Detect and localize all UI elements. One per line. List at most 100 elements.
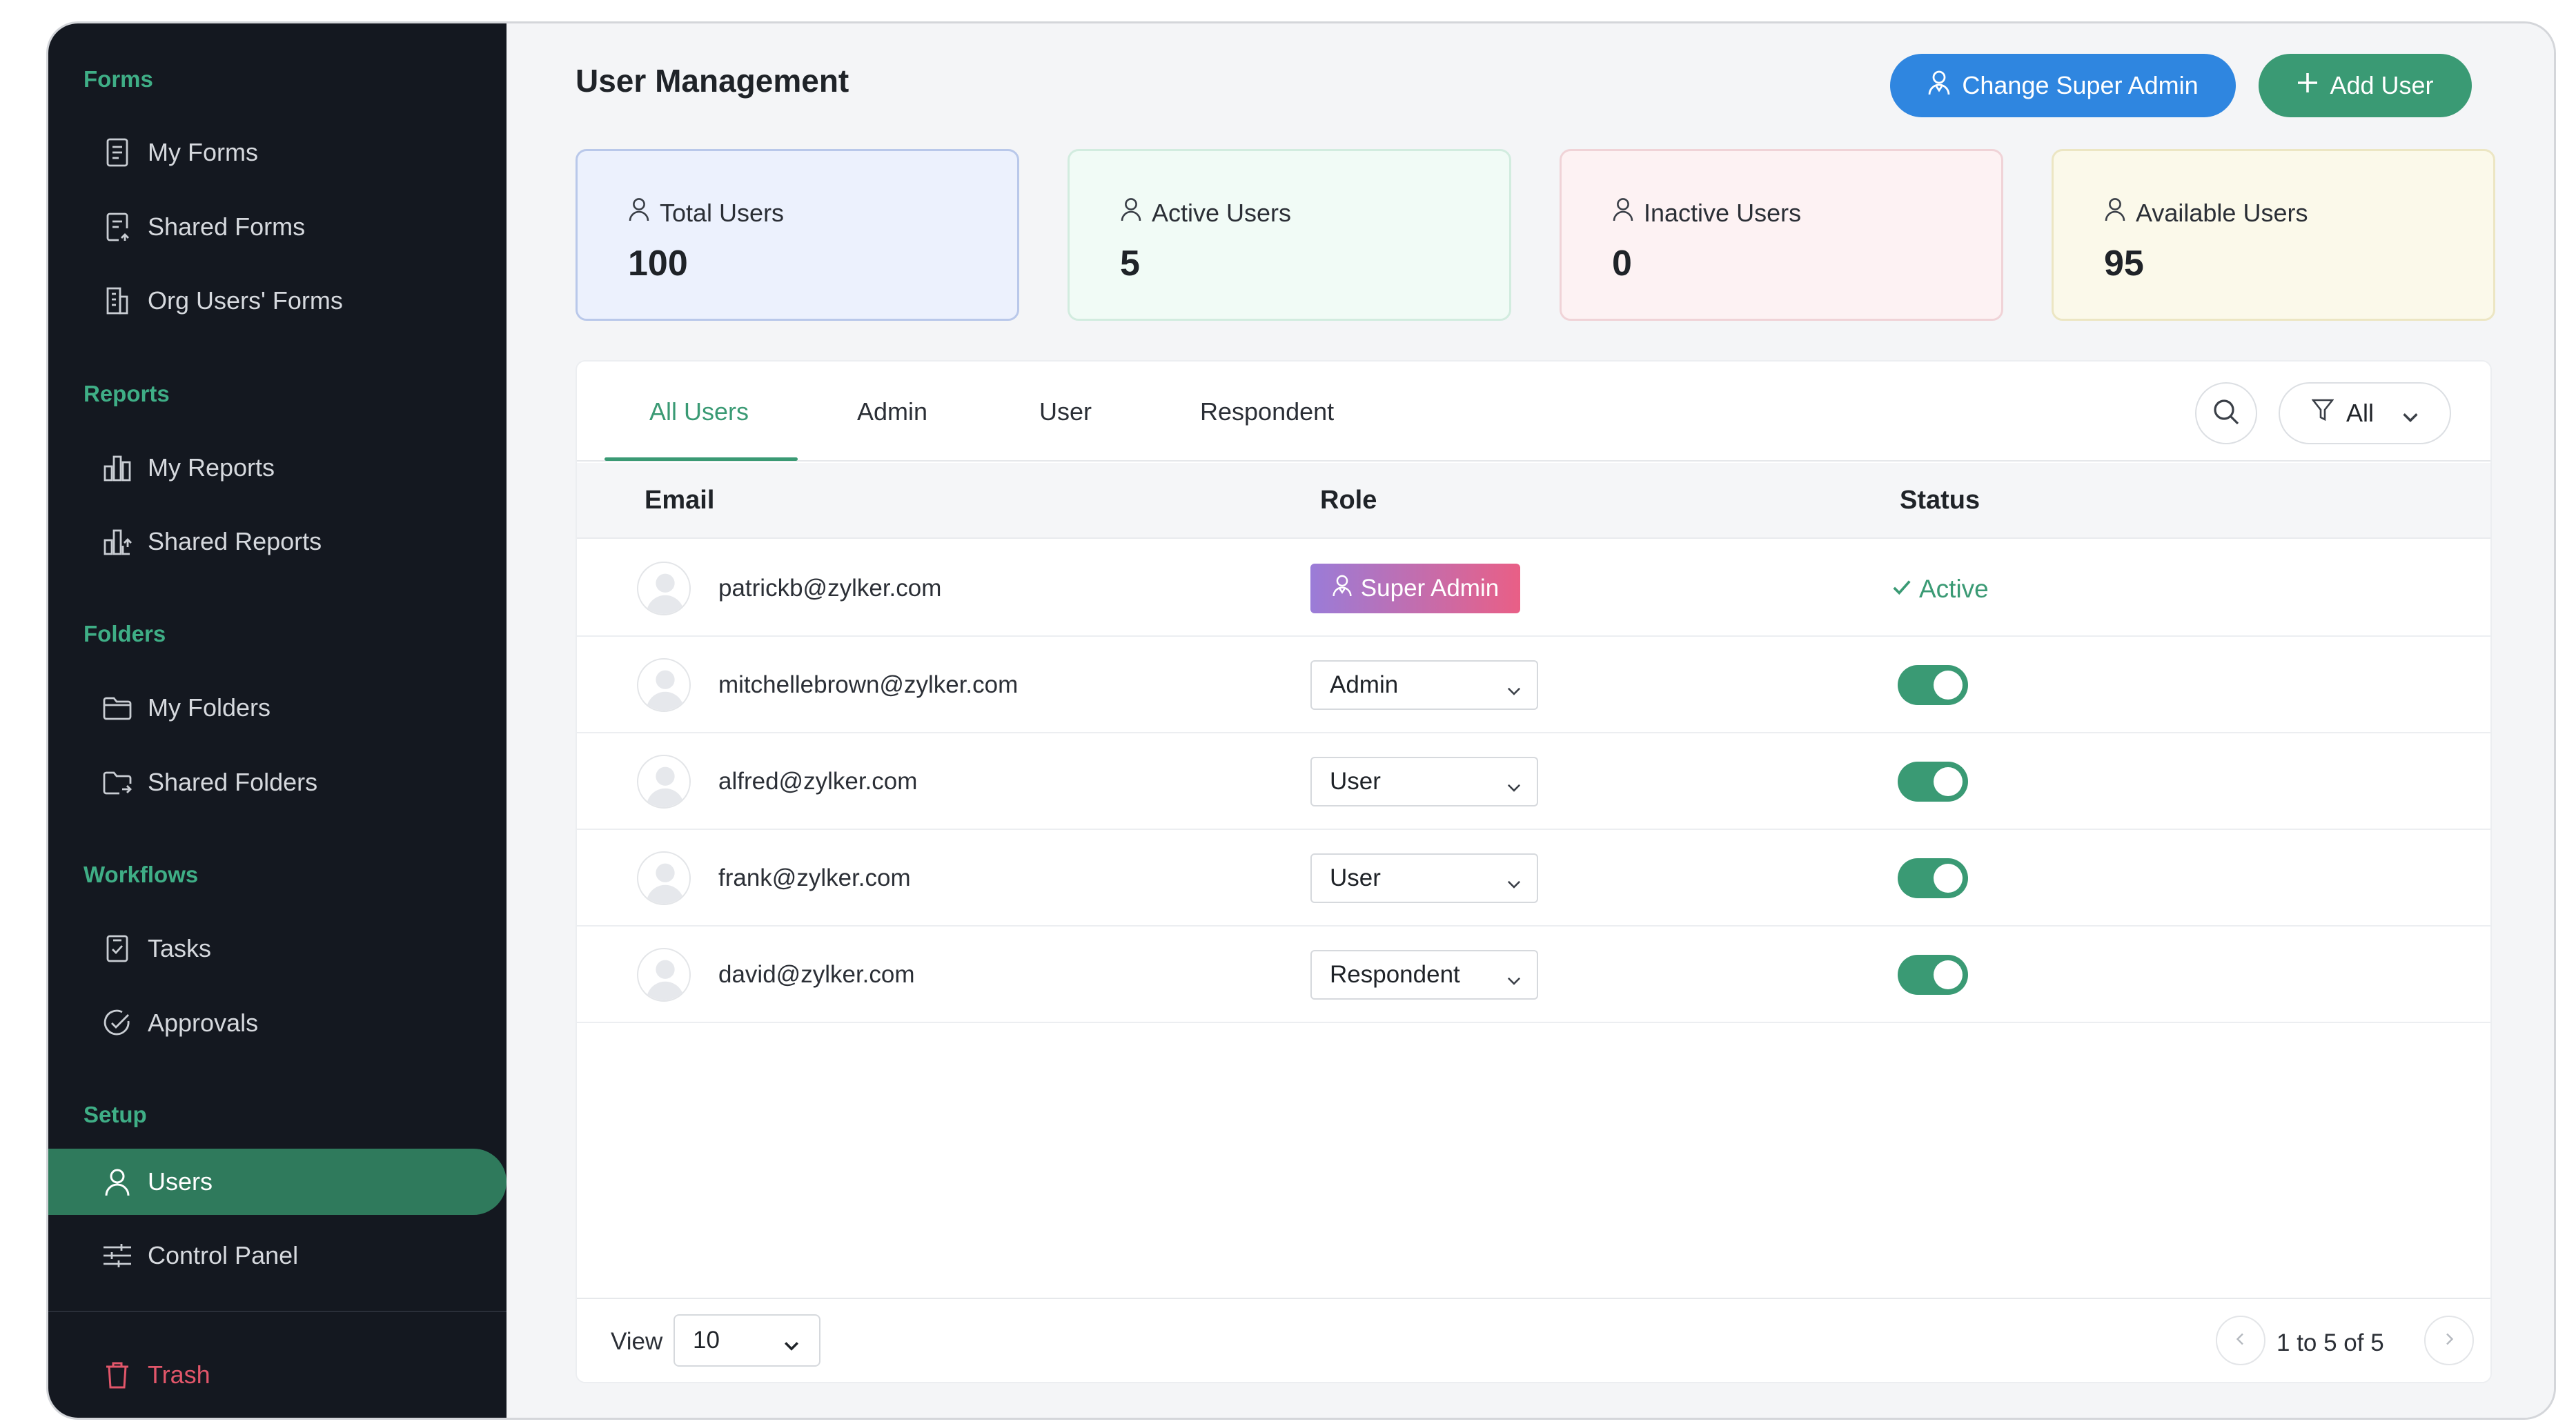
add-user-button[interactable]: Add User [2259, 54, 2472, 117]
sidebar-item-label: Shared Forms [148, 212, 306, 241]
filter-icon [2311, 399, 2334, 428]
user-icon [1120, 197, 1142, 228]
shared-folder-icon [101, 766, 133, 798]
avatar [637, 755, 691, 809]
sidebar-item-my-forms[interactable]: My Forms [48, 119, 507, 186]
toggle-knob [1934, 864, 1963, 893]
view-label: View [611, 1328, 663, 1355]
sidebar-item-shared-folders[interactable]: Shared Folders [48, 749, 507, 815]
sidebar-item-my-reports[interactable]: My Reports [48, 435, 507, 501]
next-page-button[interactable] [2424, 1316, 2474, 1365]
sidebar-item-label: Approvals [148, 1009, 259, 1037]
add-user-label: Add User [2330, 71, 2434, 99]
role-select-value: Respondent [1330, 961, 1460, 988]
tab-respondent[interactable]: Respondent [1200, 397, 1334, 426]
tab-admin[interactable]: Admin [857, 397, 927, 426]
sidebar-item-label: Tasks [148, 934, 212, 962]
filter-dropdown[interactable]: All [2279, 382, 2451, 444]
sidebar-item-my-folders[interactable]: My Folders [48, 675, 507, 741]
sidebar-divider [48, 1311, 507, 1312]
role-select[interactable]: Admin [1310, 660, 1538, 710]
role-select[interactable]: Respondent [1310, 950, 1538, 1000]
user-icon [2104, 197, 2126, 228]
column-header-email: Email [645, 486, 715, 515]
sidebar-section-workflows: Workflows [83, 862, 199, 887]
role-select-value: User [1330, 768, 1381, 795]
table-row[interactable]: alfred@zylker.com User [577, 733, 2490, 830]
search-icon [2212, 398, 2240, 429]
table-row[interactable]: david@zylker.com Respondent [577, 927, 2490, 1023]
sidebar: Forms My Forms Shared Forms Org Users' F… [48, 23, 507, 1418]
report-icon [101, 452, 133, 484]
tab-user[interactable]: User [1039, 397, 1092, 426]
sidebar-section-folders: Folders [83, 621, 166, 646]
tab-all-users[interactable]: All Users [649, 397, 749, 426]
sidebar-item-org-users-forms[interactable]: Org Users' Forms [48, 268, 507, 334]
table-row[interactable]: patrickb@zylker.com Super Admin Active [577, 540, 2490, 637]
stat-label: Available Users [2136, 198, 2308, 227]
pagination-text: 1 to 5 of 5 [2277, 1329, 2384, 1356]
toggle-knob [1934, 767, 1963, 796]
stat-card-active-users: Active Users 5 [1068, 149, 1511, 321]
stat-label: Total Users [660, 198, 785, 227]
user-icon [628, 197, 650, 228]
sidebar-item-label: Org Users' Forms [148, 286, 343, 315]
main-content: User Management Change Super Admin Add U… [507, 23, 2554, 1418]
change-super-admin-button[interactable]: Change Super Admin [1890, 54, 2236, 117]
stat-card-total-users: Total Users 100 [576, 149, 1019, 321]
sidebar-item-label: Users [148, 1167, 213, 1196]
shared-report-icon [101, 526, 133, 557]
stat-card-available-users: Available Users 95 [2052, 149, 2495, 321]
sidebar-item-approvals[interactable]: Approvals [48, 990, 507, 1056]
toggle-knob [1934, 671, 1963, 700]
sidebar-item-tasks[interactable]: Tasks [48, 915, 507, 982]
stat-value: 100 [628, 244, 688, 284]
users-panel: All Users Admin User Respondent All Emai… [576, 360, 2492, 1383]
role-select-value: Admin [1330, 671, 1399, 698]
sidebar-item-trash[interactable]: Trash [48, 1342, 507, 1408]
trash-label: Trash [148, 1360, 210, 1389]
search-button[interactable] [2195, 382, 2257, 444]
plus-icon [2297, 71, 2319, 100]
sidebar-item-shared-reports[interactable]: Shared Reports [48, 508, 507, 575]
status-toggle[interactable] [1898, 955, 1968, 995]
status-toggle[interactable] [1898, 858, 1968, 898]
shared-form-icon [101, 211, 133, 243]
stat-card-inactive-users: Inactive Users 0 [1560, 149, 2003, 321]
chevron-down-icon [1505, 678, 1523, 706]
sidebar-section-forms: Forms [83, 66, 153, 92]
sidebar-item-label: Control Panel [148, 1241, 299, 1269]
role-select-value: User [1330, 864, 1381, 891]
page-size-select[interactable]: 10 [674, 1314, 820, 1367]
avatar [637, 562, 691, 615]
sidebar-section-setup: Setup [83, 1102, 147, 1127]
chevron-right-icon [2441, 1331, 2457, 1351]
column-header-role: Role [1320, 486, 1377, 515]
table-row[interactable]: mitchellebrown@zylker.com Admin [577, 637, 2490, 733]
role-badge-super-admin: Super Admin [1310, 564, 1520, 613]
user-icon [101, 1166, 133, 1198]
sidebar-item-label: My Reports [148, 453, 275, 482]
sliders-icon [101, 1240, 133, 1271]
stat-value: 95 [2104, 244, 2144, 284]
sidebar-item-control-panel[interactable]: Control Panel [48, 1222, 507, 1289]
column-header-status: Status [1900, 486, 1980, 515]
role-select[interactable]: User [1310, 757, 1538, 806]
table-header: Email Role Status [577, 463, 2490, 539]
avatar [637, 851, 691, 905]
form-icon [101, 137, 133, 168]
admin-user-icon [1332, 574, 1353, 604]
role-select[interactable]: User [1310, 853, 1538, 903]
sidebar-item-shared-forms[interactable]: Shared Forms [48, 194, 507, 260]
sidebar-item-users[interactable]: Users [48, 1149, 507, 1215]
table-row[interactable]: frank@zylker.com User [577, 830, 2490, 927]
avatar [637, 948, 691, 1002]
role-label: Super Admin [1360, 575, 1500, 602]
status-toggle[interactable] [1898, 762, 1968, 802]
filter-value: All [2346, 399, 2375, 427]
status-toggle[interactable] [1898, 665, 1968, 705]
status-label: Active [1919, 575, 1989, 603]
active-tab-indicator [604, 457, 798, 461]
prev-page-button[interactable] [2216, 1316, 2265, 1365]
user-email: mitchellebrown@zylker.com [718, 671, 1019, 698]
